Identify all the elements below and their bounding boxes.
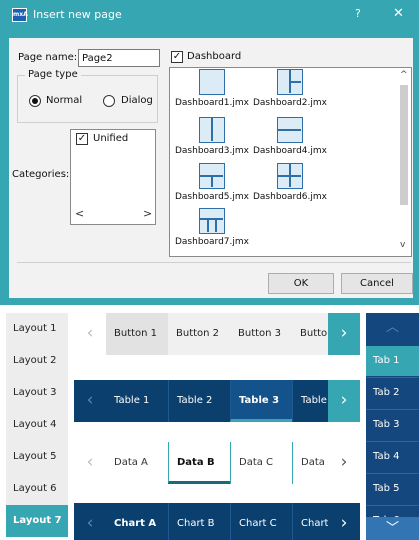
data-tab[interactable]: Data B xyxy=(168,442,230,484)
table-tab[interactable]: Table 2 xyxy=(168,380,230,422)
template-vscrollbar[interactable]: ^ v xyxy=(397,68,411,256)
button-tab[interactable]: Button 1 xyxy=(106,313,168,355)
dashboard-label: Dashboard xyxy=(187,51,242,62)
layout-single-icon xyxy=(199,69,225,95)
data-tabbar: ‹ Data A Data B Data C Data D › xyxy=(74,442,360,484)
tab-nav-item[interactable]: Tab 3 xyxy=(366,410,419,440)
button-tab[interactable]: Button 3 xyxy=(230,313,292,355)
unified-label: Unified xyxy=(93,133,129,144)
normal-label: Normal xyxy=(46,95,83,106)
help-button[interactable]: ? xyxy=(355,7,361,20)
data-tab[interactable]: Data A xyxy=(106,442,168,484)
template-label: Dashboard5.jmx xyxy=(174,192,249,202)
chart-tabbar: ‹ Chart A Chart B Chart C Chart D › xyxy=(74,503,360,540)
layout-two-rows-icon xyxy=(277,117,303,143)
table-tab[interactable]: Table 1 xyxy=(106,380,168,422)
template-item[interactable]: Dashboard2.jmx xyxy=(250,69,330,108)
layout-two-columns-icon xyxy=(199,117,225,143)
tab-nav: ︿ Tab 1Tab 2Tab 3Tab 4Tab 5Tab 6﹀ xyxy=(366,313,419,540)
page-name-input[interactable] xyxy=(78,49,160,67)
chevron-left-icon[interactable]: ‹ xyxy=(74,442,106,484)
chevron-up-icon[interactable]: ︿ xyxy=(366,313,419,343)
categories-label: Categories: xyxy=(12,169,70,180)
chart-tab[interactable]: Chart A xyxy=(106,503,168,540)
layout-nav-item[interactable]: Layout 4 xyxy=(6,409,68,441)
tab-nav-item[interactable]: Tab 5 xyxy=(366,474,419,504)
app-logo-icon: mxA xyxy=(12,8,28,22)
table-tab[interactable]: Table 3 xyxy=(230,380,292,422)
layout-top-bottomsplit-icon xyxy=(199,163,225,189)
dialog-type-label: Dialog xyxy=(121,95,153,106)
tab-nav-item[interactable]: Tab 1 xyxy=(366,346,419,376)
button-tabbar: ‹ Button 1 Button 2 Button 3 Button 4 › xyxy=(74,313,360,355)
layout-left-rightsplit-icon xyxy=(277,69,303,95)
chevron-down-icon[interactable]: ﹀ xyxy=(366,517,419,540)
chevron-left-icon[interactable]: ‹ xyxy=(74,380,106,422)
layout-nav-item[interactable]: Layout 1 xyxy=(6,313,68,345)
scroll-left-icon[interactable]: < xyxy=(75,207,84,220)
chart-tab[interactable]: Chart B xyxy=(168,503,230,540)
dashboard-checkbox[interactable]: ✓ xyxy=(171,51,183,63)
chevron-left-icon[interactable]: ‹ xyxy=(74,503,106,540)
chevron-right-icon[interactable]: › xyxy=(328,380,360,422)
layout-nav-item[interactable]: Layout 6 xyxy=(6,473,68,505)
template-item[interactable]: Dashboard7.jmx xyxy=(172,208,252,247)
chevron-right-icon[interactable]: › xyxy=(328,313,360,355)
template-label: Dashboard4.jmx xyxy=(252,146,327,156)
template-item[interactable]: Dashboard1.jmx xyxy=(172,69,252,108)
template-item[interactable]: Dashboard3.jmx xyxy=(172,117,252,156)
scroll-up-icon[interactable]: ^ xyxy=(400,70,408,80)
layout-nav-item[interactable]: Layout 3 xyxy=(6,377,68,409)
unified-checkbox[interactable]: ✓ xyxy=(76,133,88,145)
tab-nav-item[interactable]: Tab 2 xyxy=(366,378,419,408)
chart-tab[interactable]: Chart C xyxy=(230,503,292,540)
normal-radio[interactable] xyxy=(29,95,41,107)
template-label: Dashboard6.jmx xyxy=(252,192,327,202)
divider xyxy=(17,262,411,263)
template-label: Dashboard7.jmx xyxy=(174,237,249,247)
layout-nav-item[interactable]: Layout 2 xyxy=(6,345,68,377)
scroll-right-icon[interactable]: > xyxy=(143,207,152,220)
template-label: Dashboard3.jmx xyxy=(174,146,249,156)
scrollbar-thumb[interactable] xyxy=(400,85,408,205)
template-label: Dashboard1.jmx xyxy=(174,98,249,108)
page-name-label: Page name: xyxy=(18,52,78,63)
page-type-label: Page type xyxy=(25,69,81,80)
template-label: Dashboard2.jmx xyxy=(252,98,327,108)
template-item[interactable]: Dashboard4.jmx xyxy=(250,117,330,156)
table-tabbar: ‹ Table 1 Table 2 Table 3 Table 4 › xyxy=(74,380,360,422)
layout-grid-icon xyxy=(277,163,303,189)
layout-top-three-columns-icon xyxy=(199,208,225,234)
layout-nav-item[interactable]: Layout 5 xyxy=(6,441,68,473)
ok-button[interactable]: OK xyxy=(268,273,334,294)
categories-hscrollbar[interactable]: < > xyxy=(71,205,155,221)
chevron-right-icon[interactable]: › xyxy=(328,503,360,540)
close-icon[interactable]: ✕ xyxy=(393,6,404,21)
scroll-down-icon[interactable]: v xyxy=(400,240,405,250)
data-tab[interactable]: Data C xyxy=(230,442,292,484)
chevron-right-icon[interactable]: › xyxy=(328,442,360,484)
cancel-button[interactable]: Cancel xyxy=(341,273,413,294)
template-item[interactable]: Dashboard6.jmx xyxy=(250,163,330,202)
chevron-left-icon[interactable]: ‹ xyxy=(74,313,106,355)
tab-nav-item[interactable]: Tab 4 xyxy=(366,442,419,472)
template-item[interactable]: Dashboard5.jmx xyxy=(172,163,252,202)
layout-nav-item[interactable]: Layout 7 xyxy=(6,505,68,537)
dialog-title: Insert new page xyxy=(33,8,122,21)
dialog-titlebar[interactable]: mxA Insert new page ? ✕ xyxy=(0,0,419,30)
button-tab[interactable]: Button 2 xyxy=(168,313,230,355)
dialog-radio[interactable] xyxy=(103,95,115,107)
